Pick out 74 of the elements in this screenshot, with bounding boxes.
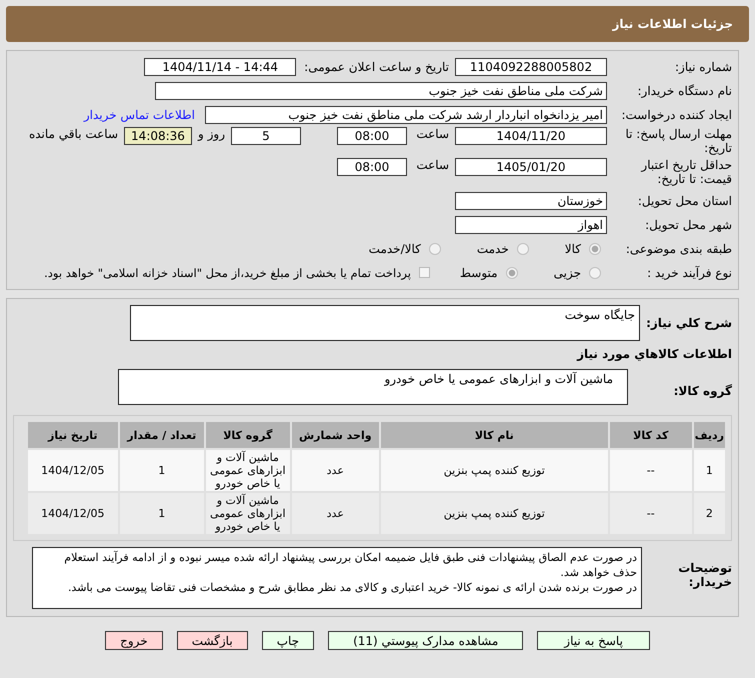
action-button[interactable]: بازگشت [176,631,248,650]
field-label: توضیحات خریدار: [677,561,732,589]
radio-button[interactable] [428,242,441,254]
field-label: شرح کلي نياز: [645,316,732,330]
page-title: جزئیات اطلاعات نیاز [612,17,733,31]
table-cell: ماشین آلات و ابزارهای عمومی یا خاص خودرو [206,493,290,534]
table-cell: 1 [694,450,725,491]
table-cell: 1 [120,493,204,534]
province-field: خوزستان [455,192,607,210]
creator-field: امیر یزدانخواه انباردار ارشد شرکت ملی مناطق نفت خیز جنوب [205,106,607,124]
note-text: در صورت عدم الصاق پیشنهادات فنی طبق فایل ضمیمه امکان بررسی پیشنهاد ارائه شده میسر نبوده و از ادامه فرآیند استعلام حذف خواهد شد. [63,550,637,580]
goods-group-field: ماشین آلات و ابزارهای عمومی یا خاص خودرو [118,369,628,405]
column-header: گروه کالا [206,422,290,448]
field-label: شماره نیاز: [674,60,732,74]
radio-label: متوسط [460,266,498,280]
description-field: جایگاه سوخت [130,305,640,341]
field-label: روز و [198,127,225,141]
column-header: تعداد / مقدار [120,422,204,448]
field-label: ایجاد کننده درخواست: [620,108,732,122]
column-header: ردیف [694,422,725,448]
table-cell: -- [610,450,692,491]
action-button[interactable]: پاسخ به نیاز [537,631,650,650]
checkbox[interactable] [418,267,430,278]
field-label: نام دستگاه خریدار: [636,84,732,98]
table-cell: توزیع کننده پمپ بنزین [380,493,608,534]
remaining-time-field: 14:08:36 [124,127,192,145]
field-label: ساعت [415,127,449,141]
action-button[interactable]: خروج [105,631,163,650]
action-button[interactable]: چاپ [262,631,314,650]
table-cell: 2 [694,493,725,534]
table-cell: -- [610,493,692,534]
city-field: اهواز [455,216,607,234]
table-cell: 1404/12/05 [28,450,118,491]
radio-label: کالا/خدمت [368,242,421,256]
column-header: کد کالا [610,422,692,448]
table-cell: ماشین آلات و ابزارهای عمومی یا خاص خودرو [206,450,290,491]
field-label: ساعت باقي مانده [28,127,118,141]
validity-date-field: 1405/01/20 [455,158,607,176]
table-cell: 1404/12/05 [28,493,118,534]
deadline-date-field: 1404/11/20 [455,127,607,145]
table-cell: عدد [292,450,379,491]
field-label: حداقل تاریخ اعتبار قیمت: تا تاریخ: [640,158,732,186]
radio-button[interactable] [506,266,518,278]
field-label: استان محل تحویل: [636,194,732,208]
validity-time-field: 08:00 [337,158,407,176]
radio-label: کالا [564,242,581,256]
field-label: نوع فرآیند خرید : [646,266,732,280]
buyer-field: شرکت ملی مناطق نفت خیز جنوب [155,82,607,100]
radio-button[interactable] [516,242,529,254]
table-cell: توزیع کننده پمپ بنزین [380,450,608,491]
action-button[interactable]: مشاهده مدارک پیوستي (11) [328,631,524,650]
note-text: در صورت برنده شدن ارائه ی نمونه کالا- خرید اعتباری و کالای مد نظر مطابق شرح و مشخصات فنی تقاضا پیوست می باشد. [66,580,637,595]
contact-link[interactable]: اطلاعات تماس خریدار [84,108,195,122]
deadline-time-field: 08:00 [337,127,407,145]
table-cell: 1 [120,450,204,491]
field-label: ساعت [415,158,449,172]
field-label: طبقه بندی موضوعی: [624,242,732,256]
field-label: شهر محل تحویل: [644,218,732,232]
days-field: 5 [231,127,301,145]
field-label: مهلت ارسال پاسخ: تا تاریخ: [624,127,732,155]
column-header: واحد شمارش [292,422,379,448]
field-label: تاریخ و ساعت اعلان عمومی: [304,60,449,74]
radio-button[interactable] [589,266,601,278]
radio-button[interactable] [589,242,601,254]
section-heading: اطلاعات کالاهاي مورد نياز [576,347,732,361]
payment-note: پرداخت تمام یا بخشی از مبلغ خرید،از محل "اسناد خزانه اسلامی" خواهد بود. [44,266,411,280]
radio-label: جزیی [554,266,581,280]
announce-date-field: 1404/11/14 - 14:44 [144,58,296,76]
field-label: گروه کالا: [672,384,732,398]
column-header: تاریخ نیاز [28,422,118,448]
radio-label: خدمت [476,242,509,256]
need-number-field: 1104092288005802 [455,58,607,76]
table-cell: عدد [292,493,379,534]
column-header: نام کالا [380,422,608,448]
